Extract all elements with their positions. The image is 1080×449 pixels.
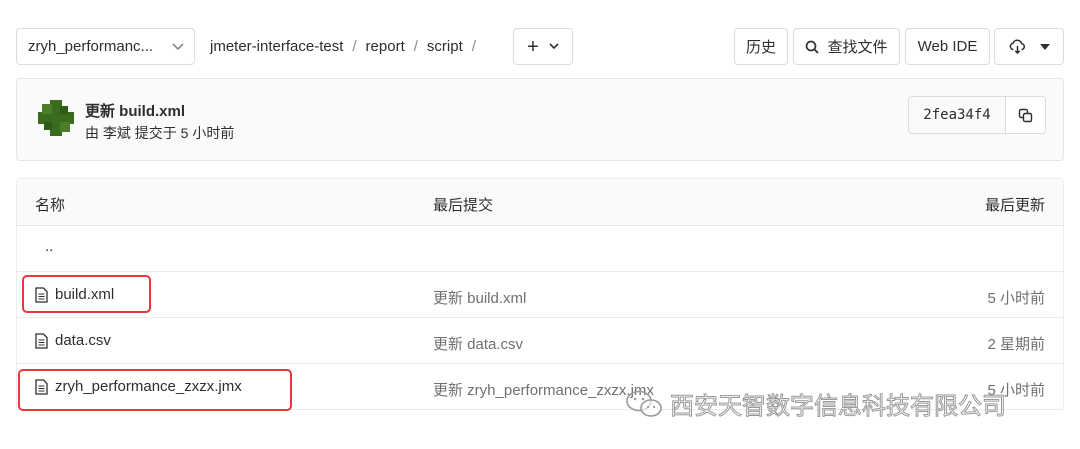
download-dropdown-button[interactable] bbox=[994, 28, 1064, 65]
table-row: build.xml 更新 build.xml 5 小时前 bbox=[17, 272, 1063, 318]
add-dropdown-button[interactable]: + bbox=[513, 28, 573, 65]
parent-directory-link[interactable]: .. bbox=[45, 238, 53, 255]
column-header-name: 名称 bbox=[35, 197, 66, 214]
breadcrumb-separator: / bbox=[471, 38, 476, 55]
watermark-text: 西安天智数字信息科技有限公司 bbox=[670, 392, 1007, 421]
chevron-down-icon bbox=[172, 42, 184, 50]
web-ide-button[interactable]: Web IDE bbox=[905, 28, 990, 65]
highlight-box-jmx-file bbox=[18, 369, 292, 411]
branch-selector[interactable]: zryh_performanc... bbox=[16, 28, 195, 65]
cloud-download-icon bbox=[1009, 39, 1025, 54]
file-icon bbox=[35, 332, 48, 349]
breadcrumb-separator: / bbox=[352, 38, 357, 55]
commit-message-link[interactable]: 更新 data.csv bbox=[433, 333, 523, 354]
wechat-icon bbox=[626, 390, 662, 417]
table-header: 名称 最后提交 最后更新 bbox=[17, 179, 1063, 226]
highlight-box-build-xml bbox=[22, 275, 151, 313]
chevron-down-icon bbox=[549, 43, 559, 50]
breadcrumb-project[interactable]: jmeter-interface-test bbox=[210, 38, 343, 55]
breadcrumb-script[interactable]: script bbox=[427, 38, 463, 55]
file-name: data.csv bbox=[55, 332, 111, 349]
copy-sha-button[interactable] bbox=[1006, 97, 1045, 133]
breadcrumb: jmeter-interface-test / report / script … bbox=[210, 28, 485, 65]
find-file-label: 查找文件 bbox=[827, 39, 888, 56]
table-row: data.csv 更新 data.csv 2 星期前 bbox=[17, 318, 1063, 364]
commit-sha[interactable]: 2fea34f4 bbox=[909, 97, 1006, 133]
watermark: 西安天智数字信息科技有限公司 bbox=[624, 386, 1007, 421]
column-header-last-commit: 最后提交 bbox=[433, 197, 494, 214]
caret-down-icon bbox=[1039, 43, 1050, 50]
commit-sha-group: 2fea34f4 bbox=[908, 96, 1046, 134]
find-file-button[interactable]: 查找文件 bbox=[793, 28, 900, 65]
copy-icon bbox=[1018, 108, 1033, 122]
breadcrumb-report[interactable]: report bbox=[366, 38, 405, 55]
commit-meta: 由 李斌 提交于 5 小时前 bbox=[85, 125, 235, 141]
file-link[interactable]: data.csv bbox=[35, 332, 111, 349]
commit-message-link[interactable]: 更新 build.xml bbox=[433, 287, 526, 308]
avatar[interactable] bbox=[36, 98, 76, 138]
update-time: 2 星期前 bbox=[987, 336, 1045, 353]
last-commit-panel: 更新 build.xml 由 李斌 提交于 5 小时前 2fea34f4 bbox=[16, 78, 1064, 161]
history-button[interactable]: 历史 bbox=[734, 28, 788, 65]
update-time: 5 小时前 bbox=[987, 290, 1045, 307]
parent-directory-row[interactable]: .. bbox=[17, 226, 1063, 272]
search-icon bbox=[806, 40, 820, 54]
breadcrumb-separator: / bbox=[413, 38, 418, 55]
commit-message-link[interactable]: 更新 zryh_performance_zxzx.jmx bbox=[433, 379, 654, 400]
plus-icon: + bbox=[527, 35, 539, 58]
branch-label: zryh_performanc... bbox=[28, 38, 154, 55]
column-header-last-update: 最后更新 bbox=[984, 197, 1045, 214]
commit-title[interactable]: 更新 build.xml bbox=[85, 100, 185, 121]
